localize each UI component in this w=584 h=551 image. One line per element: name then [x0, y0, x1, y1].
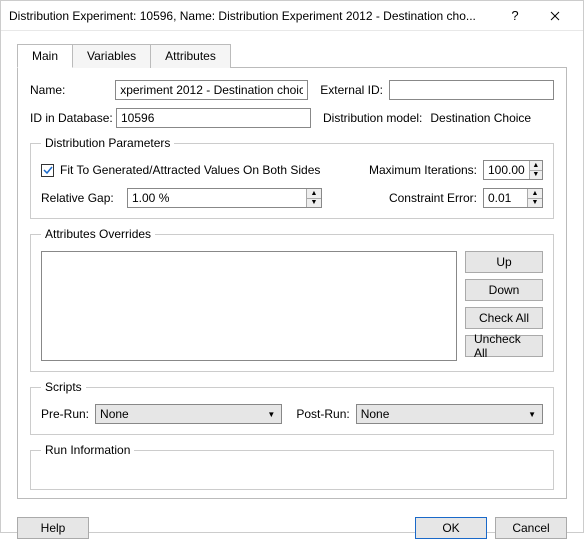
name-field[interactable] [115, 80, 308, 100]
stepper-arrows: ▲ ▼ [306, 189, 321, 207]
chevron-down-icon[interactable]: ▼ [307, 199, 321, 208]
id-db-label: ID in Database: [30, 111, 110, 125]
external-id-field[interactable] [389, 80, 554, 100]
fit-label: Fit To Generated/Attracted Values On Bot… [60, 163, 320, 177]
constraint-err-value: 0.01 [484, 189, 527, 207]
post-run-label: Post-Run: [296, 407, 349, 421]
dialog-window: Distribution Experiment: 10596, Name: Di… [0, 0, 584, 533]
titlebar: Distribution Experiment: 10596, Name: Di… [1, 1, 583, 31]
scripts-group: Scripts Pre-Run: None ▼ Post-Run: None ▼ [30, 380, 554, 435]
constraint-err-label: Constraint Error: [389, 191, 477, 205]
row-relgap-constraint: Relative Gap: 1.00 % ▲ ▼ Constraint Erro… [41, 188, 543, 208]
chevron-down-icon[interactable]: ▼ [530, 171, 542, 180]
max-iter-stepper[interactable]: 100.00 ▲ ▼ [483, 160, 543, 180]
tab-variables[interactable]: Variables [72, 44, 151, 68]
row-fit-maxiter: Fit To Generated/Attracted Values On Bot… [41, 160, 543, 180]
rel-gap-value: 1.00 % [128, 189, 306, 207]
run-information-legend: Run Information [41, 443, 134, 457]
name-label: Name: [30, 83, 109, 97]
tab-label: Main [32, 49, 58, 63]
rel-gap-stepper[interactable]: 1.00 % ▲ ▼ [127, 188, 322, 208]
chevron-up-icon[interactable]: ▲ [530, 161, 542, 171]
post-run-select[interactable]: None ▼ [356, 404, 543, 424]
close-button[interactable] [535, 1, 575, 31]
chevron-down-icon: ▼ [267, 410, 275, 419]
pre-run-label: Pre-Run: [41, 407, 89, 421]
row-name-external: Name: External ID: [30, 80, 554, 100]
rel-gap-label: Relative Gap: [41, 191, 121, 205]
check-icon [43, 165, 53, 175]
checkbox-box [41, 164, 54, 177]
row-id-model: ID in Database: Distribution model: Dest… [30, 108, 554, 128]
chevron-up-icon[interactable]: ▲ [528, 189, 542, 199]
dialog-footer: Help OK Cancel [1, 509, 583, 551]
external-id-label: External ID: [320, 83, 383, 97]
model-label: Distribution model: [323, 111, 422, 125]
ok-button[interactable]: OK [415, 517, 487, 539]
uncheck-all-button[interactable]: Uncheck All [465, 335, 543, 357]
tab-label: Variables [87, 49, 136, 63]
run-information-group: Run Information [30, 443, 554, 490]
run-information-body [41, 463, 543, 487]
check-all-button[interactable]: Check All [465, 307, 543, 329]
down-button[interactable]: Down [465, 279, 543, 301]
model-value: Destination Choice [430, 111, 531, 125]
help-button-footer[interactable]: Help [17, 517, 89, 539]
constraint-err-stepper[interactable]: 0.01 ▲ ▼ [483, 188, 543, 208]
pre-run-value: None [100, 407, 129, 421]
tab-label: Attributes [165, 49, 216, 63]
attributes-overrides-buttons: Up Down Check All Uncheck All [465, 251, 543, 361]
close-icon [550, 11, 560, 21]
post-run-value: None [361, 407, 390, 421]
fit-checkbox[interactable]: Fit To Generated/Attracted Values On Bot… [41, 163, 320, 177]
help-button[interactable]: ? [495, 1, 535, 31]
distribution-parameters-legend: Distribution Parameters [41, 136, 174, 150]
chevron-up-icon[interactable]: ▲ [307, 189, 321, 199]
up-button[interactable]: Up [465, 251, 543, 273]
distribution-parameters-group: Distribution Parameters Fit To Generated… [30, 136, 554, 219]
tab-panel-main: Name: External ID: ID in Database: Distr… [17, 67, 567, 499]
chevron-down-icon: ▼ [528, 410, 536, 419]
row-scripts: Pre-Run: None ▼ Post-Run: None ▼ [41, 404, 543, 424]
content-area: Main Variables Attributes Name: External… [1, 31, 583, 509]
stepper-arrows: ▲ ▼ [529, 161, 542, 179]
max-iter-value: 100.00 [484, 161, 529, 179]
scripts-legend: Scripts [41, 380, 86, 394]
attributes-overrides-body: Up Down Check All Uncheck All [41, 251, 543, 361]
pre-run-select[interactable]: None ▼ [95, 404, 282, 424]
attributes-overrides-list[interactable] [41, 251, 457, 361]
cancel-button[interactable]: Cancel [495, 517, 567, 539]
tab-main[interactable]: Main [17, 44, 73, 68]
window-title: Distribution Experiment: 10596, Name: Di… [9, 9, 495, 23]
attributes-overrides-legend: Attributes Overrides [41, 227, 155, 241]
max-iter-label: Maximum Iterations: [369, 163, 477, 177]
tabstrip: Main Variables Attributes [17, 43, 567, 67]
stepper-arrows: ▲ ▼ [527, 189, 542, 207]
attributes-overrides-group: Attributes Overrides Up Down Check All U… [30, 227, 554, 372]
chevron-down-icon[interactable]: ▼ [528, 199, 542, 208]
id-db-field[interactable] [116, 108, 311, 128]
tab-attributes[interactable]: Attributes [150, 44, 231, 68]
